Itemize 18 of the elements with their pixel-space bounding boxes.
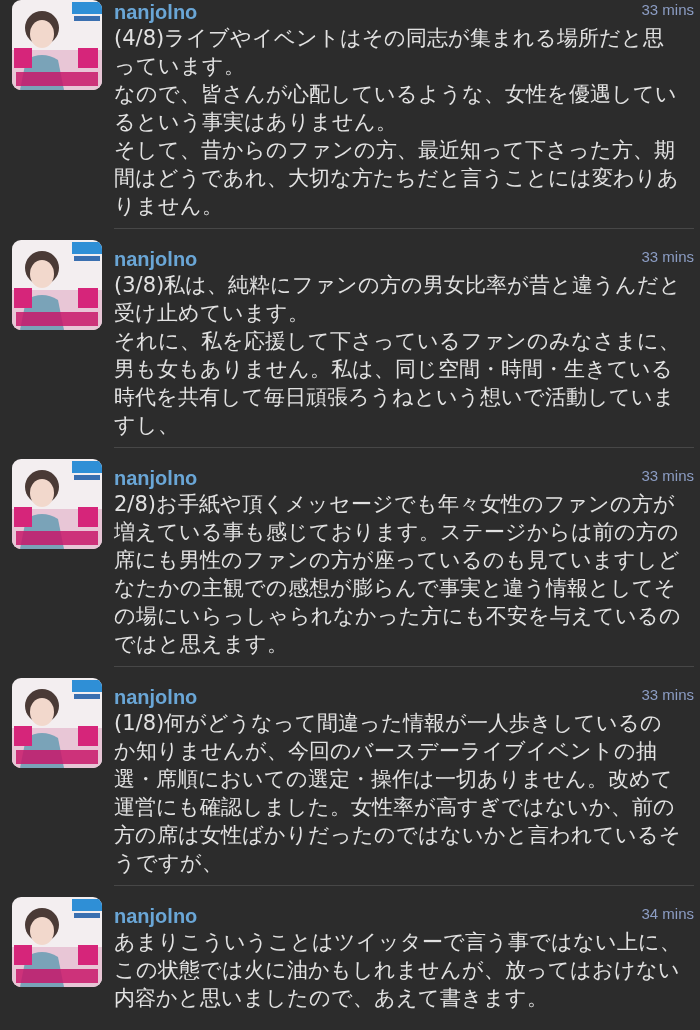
tweet-text: (4/8)ライブやイベントはその同志が集まれる場所だと思っています。: [114, 25, 666, 80]
tweet-text: なので、皆さんが心配しているような、女性を優遇しているという事実はありません。: [114, 81, 678, 136]
username[interactable]: nanjolno: [114, 1, 198, 24]
username[interactable]: nanjolno: [114, 686, 198, 709]
timestamp: 34 mins: [641, 904, 694, 922]
username[interactable]: nanjolno: [114, 248, 198, 271]
username[interactable]: nanjolno: [114, 905, 198, 928]
timestamp: 33 mins: [641, 466, 694, 484]
tweet-text: 2/8)お手紙や頂くメッセージでも年々女性のファンの方が増えている事も感じております。ステージからは前の方の席にも男性のファンの方が座っているのも見ていますしどなたかの主観での感想が膨らんで事実と違う情報としてその場にいらっしゃられなかった方にも不安を与えているのではと思えます。: [114, 491, 682, 658]
timestamp: 33 mins: [641, 685, 694, 703]
tweet-text: (1/8)何がどうなって間違った情報が一人歩きしているのか知りませんが、今回のバースデーライブイベントの抽選・席順においての選定・操作は一切ありません。改めて運営にも確認しました。女性率が高すぎではないか、前の方の席は女性ばかりだったのではないかと言われているそうですが、: [114, 710, 682, 877]
timestamp: 33 mins: [641, 0, 694, 18]
tweet-text: それに、私を応援して下さっているファンのみなさまに、男も女もありません。私は、同じ空間・時間・生きている時代を共有して毎日頑張ろうねという想いで活動していますし、: [114, 328, 681, 439]
username[interactable]: nanjolno: [114, 467, 198, 490]
tweet-text: あまりこういうことはツイッターで言う事ではない上に、この状態では火に油かもしれませんが、放ってはおけない内容かと思いましたので、あえて書きます。: [114, 929, 682, 1012]
timestamp: 33 mins: [641, 247, 694, 265]
tweet-text: そして、昔からのファンの方、最近知って下さった方、期間はどうであれ、大切な方たちだと言うことには変わりありません。: [114, 137, 680, 220]
tweet-text: (3/8)私は、純粋にファンの方の男女比率が昔と違うんだと受け止めています。: [114, 272, 683, 327]
